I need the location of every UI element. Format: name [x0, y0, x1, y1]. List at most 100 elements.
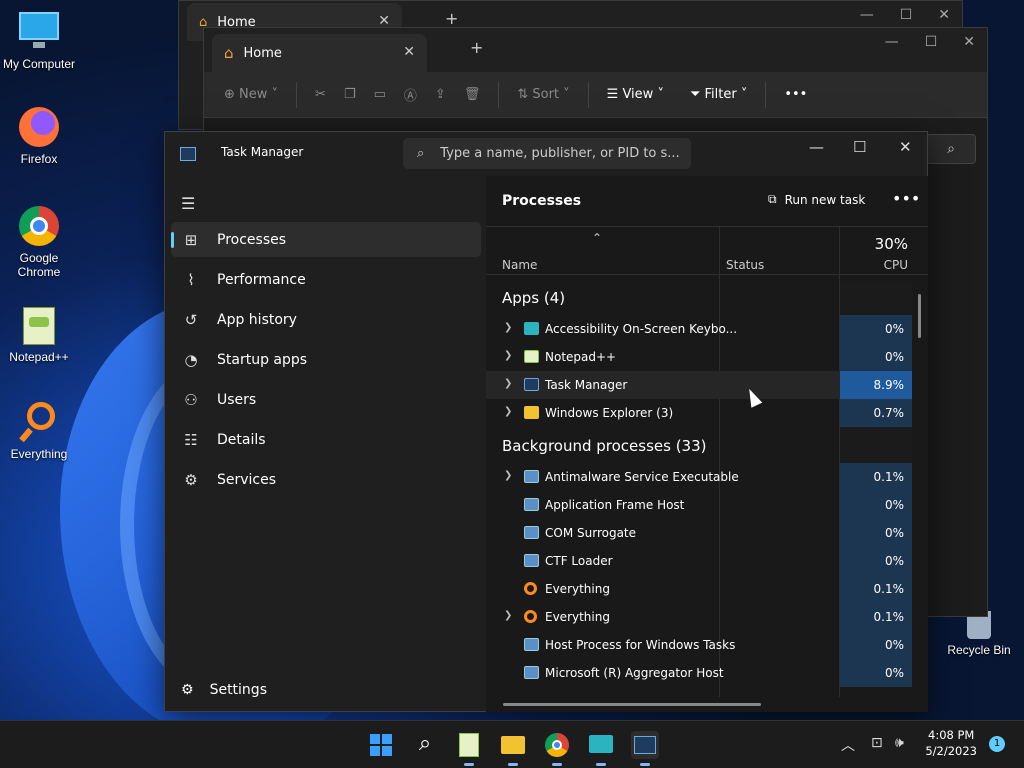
column-name[interactable]: Name: [502, 258, 537, 272]
nav-app-history[interactable]: ↺ App history: [171, 302, 481, 337]
notification-badge[interactable]: 1: [989, 736, 1005, 752]
expand-chevron-icon[interactable]: ❯: [504, 350, 512, 361]
volume-icon[interactable]: 🕪: [895, 735, 904, 751]
close-tab-icon[interactable]: ✕: [403, 44, 415, 60]
time: 4:08 PM: [928, 728, 975, 742]
filter-button[interactable]: ⏷ Filter ˅: [690, 87, 747, 102]
nav-startup-apps[interactable]: ◔ Startup apps: [171, 342, 481, 377]
rename-icon[interactable]: Ⓐ: [404, 85, 417, 104]
search-button[interactable]: ⌕: [411, 731, 439, 759]
start-button[interactable]: [367, 731, 395, 759]
nav-users[interactable]: ⚇ Users: [171, 382, 481, 417]
vertical-scrollbar[interactable]: [918, 294, 921, 338]
minimize-icon[interactable]: —: [809, 138, 824, 156]
process-search-input[interactable]: ⌕ Type a name, publisher, or PID to s...: [403, 138, 691, 169]
new-tab-icon[interactable]: +: [470, 38, 483, 57]
cut-icon[interactable]: ✂: [315, 87, 326, 102]
desktop-icon-everything[interactable]: Everything: [0, 400, 78, 461]
keyboard-icon: [524, 322, 539, 335]
close-icon[interactable]: ✕: [938, 7, 950, 23]
maximize-icon[interactable]: ☐: [853, 138, 866, 156]
column-cpu[interactable]: CPU: [884, 258, 908, 272]
app-window-icon: [524, 526, 539, 539]
process-row[interactable]: COM Surrogate 0%: [486, 519, 912, 547]
process-name: Accessibility On-Screen Keybo...: [545, 322, 738, 336]
process-row[interactable]: ❯ Accessibility On-Screen Keybo... 0%: [486, 315, 912, 343]
process-row[interactable]: Host Process for Windows Tasks 0%: [486, 631, 912, 659]
new-button[interactable]: ⊕ New ˅: [224, 87, 278, 102]
process-cpu: 0%: [840, 631, 912, 659]
nav-label: Processes: [217, 231, 287, 248]
new-label: New: [239, 87, 268, 102]
process-row[interactable]: ❯ Task Manager 8.9%: [486, 371, 912, 399]
sort-button[interactable]: ⇅ Sort ˅: [517, 87, 569, 102]
expand-chevron-icon[interactable]: ❯: [504, 470, 512, 481]
taskbar-on-screen-keyboard[interactable]: [587, 731, 615, 766]
process-row[interactable]: Everything 0.1%: [486, 575, 912, 603]
process-row[interactable]: ❯ Everything 0.1%: [486, 603, 912, 631]
taskbar-file-explorer[interactable]: [499, 731, 527, 766]
new-tab-icon[interactable]: +: [445, 9, 458, 28]
navigation-pane: ☰ ⊞ Processes ⌇ Performance ↺ App history ◔…: [165, 176, 485, 712]
nav-services[interactable]: ⚙ Services: [171, 462, 481, 497]
desktop-icon-google-chrome[interactable]: Google Chrome: [0, 204, 78, 279]
share-icon[interactable]: ⇪: [435, 87, 446, 102]
process-cpu: 0%: [840, 491, 912, 519]
more-options-icon[interactable]: •••: [784, 87, 807, 102]
expand-chevron-icon[interactable]: ❯: [504, 610, 512, 621]
show-hidden-icons-chevron-icon[interactable]: ︿: [841, 735, 855, 755]
expand-chevron-icon[interactable]: ❯: [504, 378, 512, 389]
desktop-icon-label: Google Chrome: [17, 251, 61, 279]
expand-chevron-icon[interactable]: ❯: [504, 406, 512, 417]
search-icon: ⌕: [418, 731, 432, 756]
search-icon[interactable]: ⌕: [926, 134, 976, 164]
maximize-icon[interactable]: ☐: [900, 7, 913, 23]
desktop-icon-my-computer[interactable]: My Computer: [0, 10, 78, 71]
taskbar-chrome[interactable]: [543, 731, 571, 766]
process-row[interactable]: Microsoft (R) Aggregator Host 0%: [486, 659, 912, 687]
close-icon[interactable]: ✕: [963, 34, 975, 50]
delete-icon[interactable]: 🗑: [464, 87, 481, 102]
paste-icon[interactable]: ▭: [374, 87, 386, 102]
nav-processes[interactable]: ⊞ Processes: [171, 222, 481, 257]
process-row[interactable]: CTF Loader 0%: [486, 547, 912, 575]
process-name: COM Surrogate: [545, 526, 637, 540]
run-new-task-label: Run new task: [784, 192, 866, 207]
desktop-icon-notepad-plus-plus[interactable]: Notepad++: [0, 303, 78, 364]
clock[interactable]: 4:08 PM 5/2/2023: [925, 727, 977, 759]
explorer-tab-home[interactable]: ⌂ Home ✕: [212, 34, 427, 72]
horizontal-scrollbar[interactable]: [503, 703, 761, 706]
nav-performance[interactable]: ⌇ Performance: [171, 262, 481, 297]
taskbar-task-manager[interactable]: [631, 731, 659, 766]
group-header-apps[interactable]: Apps (4): [486, 283, 912, 315]
group-header-background[interactable]: Background processes (33): [486, 427, 912, 463]
settings-button[interactable]: ⚙ Settings: [181, 682, 267, 698]
users-icon: ⚇: [184, 390, 198, 409]
process-name: Host Process for Windows Tasks: [545, 638, 736, 652]
minimize-icon[interactable]: —: [885, 34, 899, 50]
close-icon[interactable]: ✕: [899, 138, 912, 156]
process-row[interactable]: ❯ Notepad++ 0%: [486, 343, 912, 371]
process-row[interactable]: Application Frame Host 0%: [486, 491, 912, 519]
process-row[interactable]: ❯ Antimalware Service Executable 0.1%: [486, 463, 912, 491]
task-manager-window[interactable]: Task Manager ⌕ Type a name, publisher, o…: [164, 131, 928, 712]
nav-details[interactable]: ☷ Details: [171, 422, 481, 457]
taskbar-notepad-plus-plus[interactable]: [455, 731, 483, 766]
copy-icon[interactable]: ❐: [344, 87, 356, 102]
hamburger-menu-icon[interactable]: ☰: [181, 194, 195, 213]
view-button[interactable]: ☰ View ˅: [607, 87, 664, 102]
task-manager-icon: [634, 736, 656, 754]
more-options-icon[interactable]: •••: [892, 189, 920, 208]
network-icon[interactable]: ⊡: [871, 735, 883, 751]
run-new-task-button[interactable]: ⧉ Run new task: [768, 192, 865, 207]
minimize-icon[interactable]: —: [860, 7, 874, 23]
process-name: Application Frame Host: [545, 498, 685, 512]
maximize-icon[interactable]: ☐: [925, 34, 938, 50]
taskbar: ⌕ ︿ ⊡ 🕪 4:08 PM 5/2/2023 1: [0, 720, 1024, 768]
expand-chevron-icon[interactable]: ❯: [504, 322, 512, 333]
process-row[interactable]: ❯ Windows Explorer (3) 0.7%: [486, 399, 912, 427]
column-status[interactable]: Status: [726, 258, 764, 272]
notepad-plus-plus-icon: [17, 303, 61, 347]
folder-icon: [524, 406, 539, 419]
desktop-icon-firefox[interactable]: Firefox: [0, 105, 78, 166]
